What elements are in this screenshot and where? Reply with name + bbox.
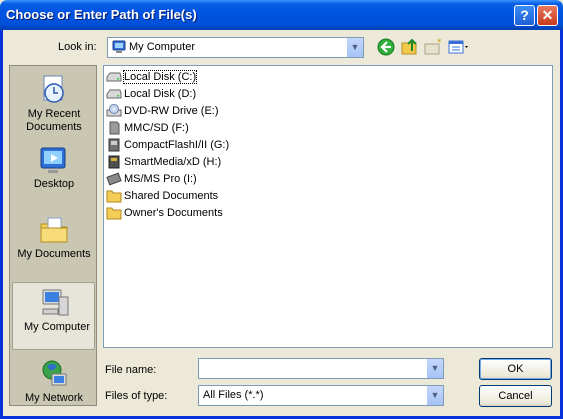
files-of-type-dropdown[interactable]: All Files (*.*) ▼ [198, 385, 444, 406]
list-item[interactable]: DVD-RW Drive (E:) [106, 102, 219, 119]
hard-disk-icon [106, 72, 122, 81]
look-in-value: My Computer [129, 41, 196, 53]
place-my-network[interactable]: My Network [10, 354, 98, 419]
recent-documents-icon [43, 75, 64, 103]
place-my-documents[interactable]: My Documents [10, 210, 98, 278]
chevron-down-icon[interactable]: ▼ [426, 359, 443, 378]
back-icon[interactable] [376, 37, 396, 57]
list-item[interactable]: SmartMedia/xD (H:) [106, 153, 221, 170]
my-documents-icon [40, 217, 68, 243]
list-item[interactable]: MS/MS Pro (I:) [106, 170, 197, 187]
cancel-button[interactable]: Cancel [479, 385, 552, 407]
place-my-recent-documents[interactable]: My Recent Documents [10, 70, 98, 138]
place-my-computer[interactable]: My Computer [12, 282, 95, 350]
file-list[interactable]: Local Disk (C:) Local Disk (D:) DVD-RW D… [103, 65, 553, 348]
look-in-dropdown[interactable]: My Computer ▼ [107, 37, 364, 58]
chevron-down-icon[interactable]: ▼ [426, 386, 443, 405]
file-name-combo[interactable]: ▼ [198, 358, 444, 379]
list-item[interactable]: MMC/SD (F:) [106, 119, 189, 136]
ok-button[interactable]: OK [479, 358, 552, 380]
my-computer-icon [112, 40, 126, 53]
place-label: Desktop [33, 178, 75, 190]
help-button[interactable]: ? [514, 5, 535, 26]
places-bar: My Recent Documents Desktop My Documents… [9, 65, 97, 406]
place-label: My Recent Documents [26, 108, 82, 133]
folder-icon [106, 207, 122, 219]
files-of-type-value: All Files (*.*) [203, 389, 264, 401]
dvd-drive-icon [106, 103, 122, 116]
memory-card-icon [108, 138, 120, 151]
folder-icon [106, 190, 122, 202]
title-bar[interactable]: Choose or Enter Path of File(s) ? ✕ [0, 0, 563, 30]
file-name-label: File name: [105, 364, 157, 376]
list-item[interactable]: CompactFlashI/II (G:) [106, 136, 229, 153]
list-item[interactable]: Shared Documents [106, 187, 218, 204]
svg-text:*: * [437, 38, 442, 48]
new-folder-icon[interactable]: * [423, 37, 443, 57]
files-of-type-label: Files of type: [105, 390, 168, 402]
hard-disk-icon [106, 89, 122, 98]
my-computer-icon [42, 289, 69, 316]
list-item[interactable]: Owner's Documents [106, 204, 223, 221]
memory-card-icon [106, 172, 122, 185]
place-label: My Network [24, 392, 84, 404]
place-label: My Documents [17, 248, 91, 260]
list-item[interactable]: Local Disk (C:) [106, 68, 198, 85]
place-label: My Computer [23, 321, 91, 333]
list-item[interactable]: Local Disk (D:) [106, 85, 196, 102]
close-button[interactable]: ✕ [537, 5, 558, 26]
place-desktop[interactable]: Desktop [10, 140, 98, 208]
views-menu-icon[interactable] [447, 37, 471, 57]
memory-card-icon [108, 155, 120, 168]
my-network-icon [42, 360, 67, 386]
chevron-down-icon[interactable]: ▼ [346, 38, 363, 57]
window-title: Choose or Enter Path of File(s) [6, 7, 197, 22]
up-folder-icon[interactable] [400, 37, 420, 57]
file-name-input[interactable] [201, 361, 425, 376]
desktop-icon [40, 147, 66, 173]
look-in-label: Look in: [58, 41, 97, 53]
memory-card-icon [109, 121, 120, 134]
